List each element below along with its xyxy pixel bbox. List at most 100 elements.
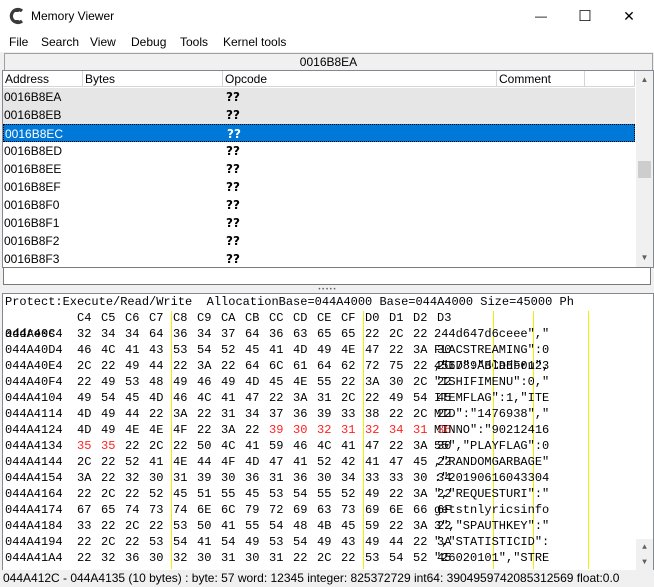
hex-byte[interactable]: 43 — [341, 534, 355, 550]
hex-byte[interactable]: 4E — [149, 422, 163, 438]
hex-byte[interactable]: 22 — [125, 438, 139, 454]
hex-byte[interactable]: 33 — [341, 406, 355, 422]
hex-byte[interactable]: 45 — [413, 454, 427, 470]
hex-byte[interactable]: 47 — [365, 438, 379, 454]
hex-byte[interactable]: 31 — [269, 550, 283, 566]
hex-byte[interactable]: 37 — [269, 406, 283, 422]
hex-byte[interactable]: 55 — [317, 486, 331, 502]
hex-byte[interactable]: 22 — [365, 390, 379, 406]
hex-byte[interactable]: 49 — [77, 390, 91, 406]
hex-byte[interactable]: 4F — [173, 422, 187, 438]
disasm-row[interactable]: 0016B8ED?? — [3, 142, 635, 160]
hex-byte[interactable]: 41 — [341, 438, 355, 454]
hex-byte[interactable]: 49 — [245, 534, 259, 550]
disassembler-view[interactable]: Address Bytes Opcode Comment 0016B8EA?? 0… — [2, 70, 654, 268]
hex-byte[interactable]: 37 — [221, 326, 235, 342]
hex-byte[interactable]: 52 — [341, 486, 355, 502]
hex-byte[interactable]: 46 — [77, 342, 91, 358]
hex-byte[interactable]: 39 — [269, 422, 283, 438]
disasm-row[interactable]: 0016B8F2?? — [3, 232, 635, 250]
hex-byte[interactable]: 49 — [317, 534, 331, 550]
hex-byte[interactable]: 75 — [389, 358, 403, 374]
hex-byte[interactable]: 31 — [173, 470, 187, 486]
hex-byte[interactable]: 47 — [269, 454, 283, 470]
hex-byte[interactable]: 53 — [149, 534, 163, 550]
hex-byte[interactable]: 50 — [197, 438, 211, 454]
hex-byte[interactable]: 42 — [341, 454, 355, 470]
menu-tools[interactable]: Tools — [180, 35, 208, 49]
hex-byte[interactable]: 6C — [269, 358, 283, 374]
hex-byte[interactable]: 22 — [77, 534, 91, 550]
column-comment[interactable]: Comment — [497, 71, 585, 87]
hex-byte[interactable]: 22 — [413, 534, 427, 550]
hex-byte[interactable]: 22 — [149, 518, 163, 534]
hex-byte[interactable]: 2C — [413, 374, 427, 390]
hex-byte[interactable]: 31 — [413, 422, 427, 438]
disasm-row[interactable]: 0016B8EB?? — [3, 106, 635, 124]
hex-byte[interactable]: 53 — [125, 374, 139, 390]
hex-byte[interactable]: 3A — [413, 486, 427, 502]
hex-ascii[interactable]: 244d647d6ceee"," — [434, 326, 549, 342]
hex-byte[interactable]: 53 — [365, 550, 379, 566]
hex-byte[interactable]: 41 — [245, 438, 259, 454]
hex-byte[interactable]: 4C — [101, 342, 115, 358]
hex-byte[interactable]: 38 — [365, 406, 379, 422]
hex-byte[interactable]: 49 — [173, 374, 187, 390]
hex-byte[interactable]: 63 — [293, 326, 307, 342]
hex-byte[interactable]: 49 — [125, 358, 139, 374]
hex-ascii[interactable]: ","STATISTICID": — [434, 534, 549, 550]
hex-byte[interactable]: 59 — [365, 518, 379, 534]
menu-file[interactable]: File — [9, 35, 28, 49]
hex-byte[interactable]: 32 — [317, 422, 331, 438]
hex-byte[interactable]: 49 — [101, 406, 115, 422]
hex-byte[interactable]: 48 — [149, 374, 163, 390]
hex-byte[interactable]: 22 — [149, 406, 163, 422]
menu-search[interactable]: Search — [41, 35, 79, 49]
hex-byte[interactable]: 54 — [413, 390, 427, 406]
hex-byte[interactable]: 4C — [197, 390, 211, 406]
hex-ascii[interactable]: ","REQUESTURI":" — [434, 486, 549, 502]
hex-ascii[interactable]: FLACSTREAMING":0 — [434, 342, 549, 358]
hex-byte[interactable]: 3A — [413, 438, 427, 454]
hex-byte[interactable]: 4E — [125, 422, 139, 438]
hex-byte[interactable]: 6E — [389, 502, 403, 518]
hex-byte[interactable]: 3A — [197, 358, 211, 374]
hex-byte[interactable]: 36 — [269, 326, 283, 342]
hex-byte[interactable]: 22 — [101, 518, 115, 534]
hex-byte[interactable]: 41 — [293, 454, 307, 470]
hex-byte[interactable]: 4E — [341, 342, 355, 358]
close-button[interactable]: ✕ — [606, 0, 652, 32]
hex-byte[interactable]: 3A — [77, 470, 91, 486]
hex-byte[interactable]: 41 — [221, 390, 235, 406]
hex-byte[interactable]: 44 — [389, 534, 403, 550]
hex-byte[interactable]: 3A — [365, 374, 379, 390]
hex-byte[interactable]: 52 — [413, 550, 427, 566]
hex-byte[interactable]: 64 — [245, 358, 259, 374]
hex-ascii[interactable]: ITEMFLAG":1,"ITE — [434, 390, 549, 406]
hex-byte[interactable]: 62 — [341, 358, 355, 374]
scroll-down-icon[interactable]: ▼ — [636, 249, 653, 266]
hex-byte[interactable]: 64 — [317, 358, 331, 374]
hex-byte[interactable]: 69 — [293, 502, 307, 518]
hex-byte[interactable]: 49 — [365, 534, 379, 550]
hex-byte[interactable]: 2C — [317, 550, 331, 566]
hex-byte[interactable]: 32 — [77, 326, 91, 342]
hex-byte[interactable]: 73 — [149, 502, 163, 518]
hex-ascii[interactable]: getstnlyricsinfo — [434, 502, 549, 518]
hex-byte[interactable]: 3A — [221, 422, 235, 438]
hex-ascii[interactable]: "26020101","STRE — [434, 550, 549, 566]
hex-ascii[interactable]: ,"RANDOMGARBAGE" — [434, 454, 549, 470]
minimize-button[interactable]: — — [518, 0, 564, 32]
hex-byte[interactable]: 31 — [341, 422, 355, 438]
hex-byte[interactable]: 22 — [101, 358, 115, 374]
hex-byte[interactable]: 30 — [413, 470, 427, 486]
hex-byte[interactable]: 6C — [221, 502, 235, 518]
hex-byte[interactable]: 22 — [197, 422, 211, 438]
hex-ascii[interactable]: :"20190616043304 — [434, 470, 549, 486]
hex-byte[interactable]: 34 — [245, 406, 259, 422]
hex-byte[interactable]: 52 — [221, 342, 235, 358]
hex-byte[interactable]: 22 — [389, 342, 403, 358]
hex-byte[interactable]: 22 — [341, 374, 355, 390]
hex-byte[interactable]: 46 — [173, 390, 187, 406]
hex-byte[interactable]: 30 — [197, 550, 211, 566]
